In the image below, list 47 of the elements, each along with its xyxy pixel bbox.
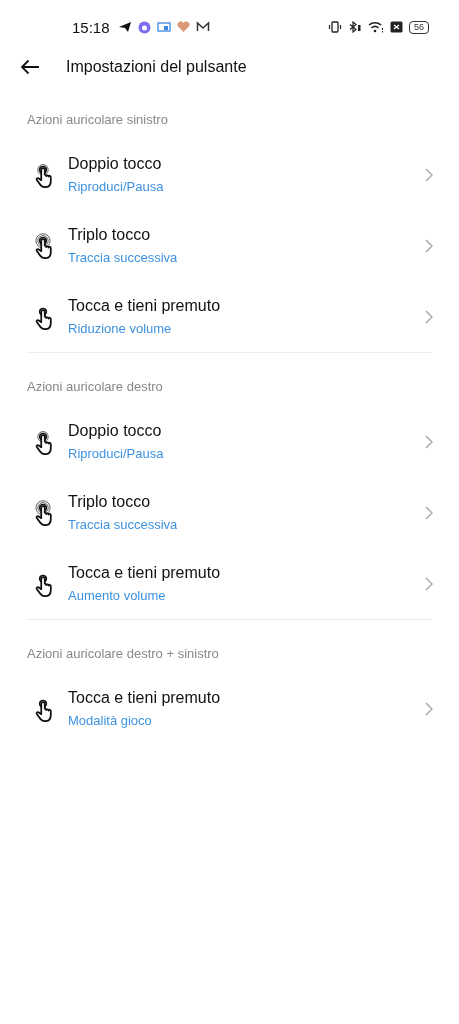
no-sim-icon — [390, 21, 403, 33]
chevron-icon — [425, 576, 433, 591]
battery-level: 56 — [409, 20, 429, 34]
back-arrow-icon — [20, 59, 40, 75]
setting-label: Triplo tocco — [68, 493, 152, 511]
section-title: Azioni auricolare sinistro — [26, 111, 169, 129]
bluetooth-icon — [348, 21, 362, 33]
setting-row[interactable]: Doppio tocco Riproduci/Pausa — [0, 406, 459, 477]
setting-row[interactable]: Triplo tocco Traccia successiva — [0, 210, 459, 281]
chevron-icon — [425, 309, 433, 324]
setting-value: Riduzione volume — [68, 321, 173, 336]
chevron-icon — [425, 701, 433, 716]
setting-row[interactable]: Triplo tocco Traccia successiva — [0, 477, 459, 548]
setting-value: Riproduci/Pausa — [68, 179, 165, 194]
setting-label: Tocca e tieni premuto — [68, 689, 222, 707]
send-icon — [117, 21, 132, 33]
back-button[interactable] — [20, 59, 40, 75]
setting-value: Traccia successiva — [68, 517, 179, 532]
heart-icon — [176, 21, 190, 33]
setting-label: Triplo tocco — [68, 226, 152, 244]
setting-row[interactable]: Tocca e tieni premuto Modalità gioco — [0, 673, 459, 744]
screen-icon — [156, 21, 171, 33]
chevron-icon — [425, 505, 433, 520]
section-title: Azioni auricolare destro — [26, 378, 164, 396]
clock-time: 15:18 — [72, 18, 110, 36]
setting-row[interactable]: Tocca e tieni premuto Aumento volume — [0, 548, 459, 619]
setting-row[interactable]: Tocca e tieni premuto Riduzione volume — [0, 281, 459, 352]
wifi-icon — [368, 21, 384, 33]
chevron-icon — [425, 434, 433, 449]
setting-label: Doppio tocco — [68, 422, 163, 440]
section-title: Azioni auricolare destro + sinistro — [26, 645, 220, 663]
setting-value: Aumento volume — [68, 588, 167, 603]
setting-label: Doppio tocco — [68, 155, 163, 173]
triple-tap-icon — [32, 232, 54, 259]
setting-label: Tocca e tieni premuto — [68, 564, 222, 582]
vibrate-icon — [328, 21, 342, 33]
mail-icon — [195, 21, 210, 33]
setting-value: Riproduci/Pausa — [68, 446, 165, 461]
chevron-icon — [425, 167, 433, 182]
page-title: Impostazioni del pulsante — [66, 58, 247, 76]
setting-label: Tocca e tieni premuto — [68, 297, 222, 315]
triple-tap-icon — [32, 499, 54, 526]
app-icon — [137, 20, 151, 34]
chevron-icon — [425, 238, 433, 253]
setting-value: Traccia successiva — [68, 250, 179, 265]
setting-row[interactable]: Doppio tocco Riproduci/Pausa — [0, 139, 459, 210]
setting-value: Modalità gioco — [68, 713, 153, 728]
